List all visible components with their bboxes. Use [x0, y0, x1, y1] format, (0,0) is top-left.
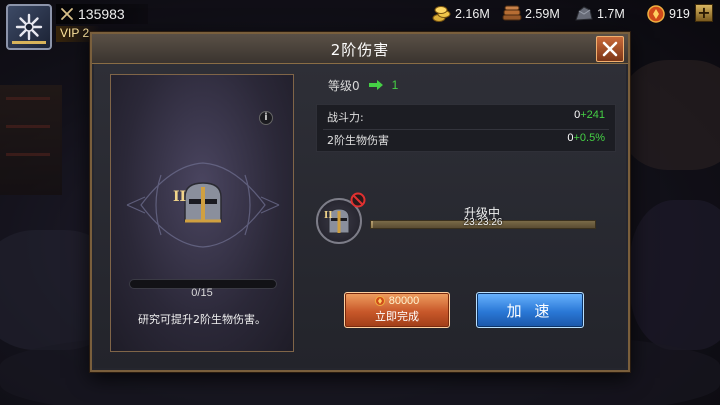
power-value: 135983 — [78, 6, 125, 22]
stat-row-power: 战斗力: 0+241 — [327, 109, 605, 124]
level-row: 等级0 1 — [328, 76, 398, 94]
arrow-right-icon — [368, 80, 383, 90]
resource-gold[interactable]: 2.16M — [432, 4, 490, 24]
stat-row-damage: 2阶生物伤害 0+0.5% — [327, 132, 605, 147]
research-description: 研究可提升2阶生物伤害。 — [138, 313, 266, 326]
research-ornament: II — [126, 162, 280, 248]
crossed-swords-icon — [61, 8, 73, 20]
svg-text:II: II — [173, 189, 186, 205]
iron-ore-icon — [575, 6, 593, 21]
research-card: i II 0/15 研究可提升2阶生物伤害。 — [110, 74, 294, 352]
snowflake-emblem-icon — [15, 13, 43, 41]
gem-icon — [374, 296, 385, 306]
modal-body: i II 0/15 研究可提升2阶生物伤害。 等级0 1 战斗力: 0+241 … — [94, 64, 626, 368]
info-icon[interactable]: i — [259, 111, 273, 125]
wood-logs-icon — [502, 5, 522, 21]
knight-helmet-icon: II — [324, 208, 350, 234]
complete-now-label: 立即完成 — [375, 310, 419, 323]
alliance-emblem-button[interactable] — [6, 4, 52, 50]
knight-helmet-icon: II — [173, 182, 222, 223]
resource-gems[interactable]: 919 — [646, 4, 690, 24]
gem-icon — [647, 5, 665, 23]
upgrade-timer: 23:23:26 — [463, 217, 503, 228]
add-gems-button[interactable]: + — [695, 4, 713, 22]
close-button[interactable] — [596, 36, 624, 62]
resource-wood[interactable]: 2.59M — [502, 4, 560, 24]
gold-coins-icon — [432, 6, 451, 22]
svg-text:II: II — [324, 211, 332, 221]
next-level: 1 — [391, 78, 399, 92]
research-progress-text: 0/15 — [191, 287, 213, 299]
stats-panel: 战斗力: 0+241 2阶生物伤害 0+0.5% — [316, 104, 616, 152]
modal-header: 2阶伤害 — [92, 34, 628, 64]
resource-iron[interactable]: 1.7M — [574, 4, 625, 24]
research-modal: 2阶伤害 i II 0/15 研究可提升2阶生物伤害。 等级0 1 战斗力: 0… — [90, 32, 630, 372]
power-display: 135983 — [56, 4, 148, 24]
current-level: 等级0 — [328, 78, 360, 93]
modal-title: 2阶伤害 — [330, 41, 390, 59]
cancel-upgrade-icon[interactable] — [350, 192, 366, 208]
close-icon — [602, 41, 618, 57]
speed-up-button[interactable]: 加 速 — [476, 292, 584, 328]
complete-now-button[interactable]: 80000 立即完成 — [344, 292, 450, 328]
complete-cost: 80000 — [388, 295, 420, 307]
